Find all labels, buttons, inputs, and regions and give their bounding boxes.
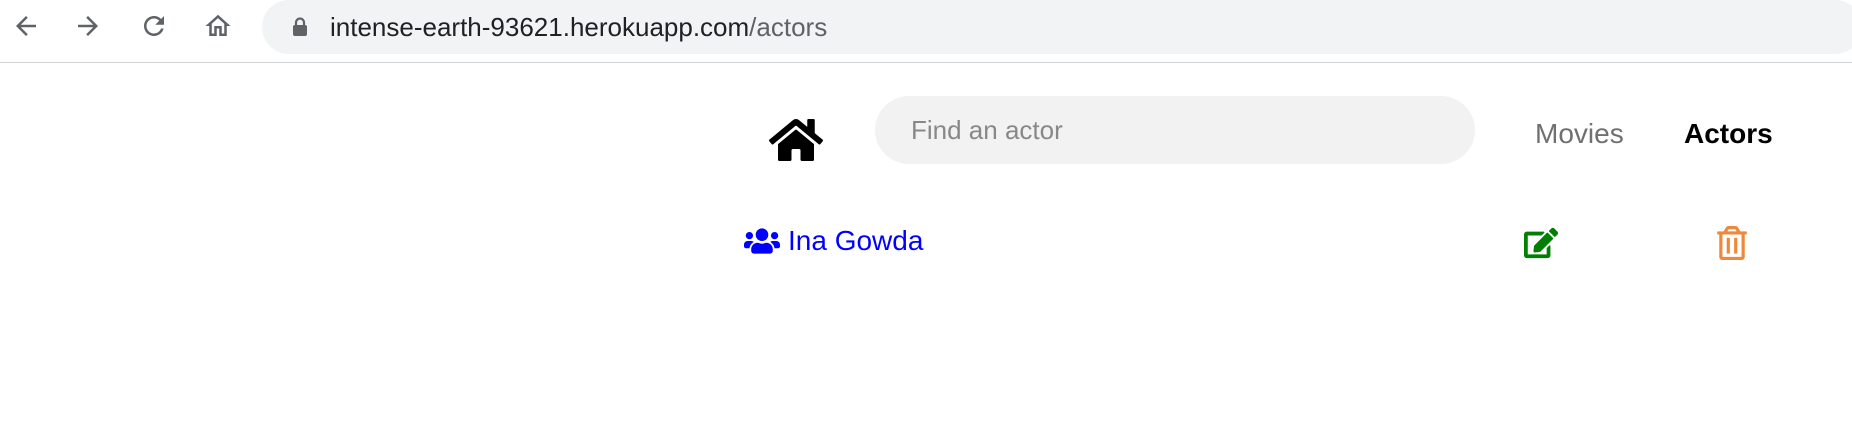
url-path: /actors [749, 12, 828, 42]
actor-link[interactable]: Ina Gowda [744, 225, 923, 257]
back-button[interactable] [4, 4, 48, 48]
home-icon [768, 119, 824, 161]
actor-name: Ina Gowda [788, 225, 924, 256]
trash-icon [1717, 226, 1747, 260]
forward-arrow-icon [78, 16, 98, 36]
reload-icon [144, 15, 164, 36]
lock-icon [293, 17, 307, 36]
url-host: intense-earth-93621.herokuapp.com [330, 12, 750, 42]
delete-actor-button[interactable] [1717, 226, 1747, 260]
url-text: intense-earth-93621.herokuapp.com/actors [330, 12, 827, 42]
nav-link-movies[interactable]: Movies [1535, 117, 1624, 151]
forward-button[interactable] [66, 4, 110, 48]
home-icon [205, 14, 231, 36]
home-link[interactable] [768, 116, 824, 164]
browser-toolbar: intense-earth-93621.herokuapp.com/actors [0, 0, 1852, 63]
edit-icon [1524, 227, 1558, 259]
search-input[interactable] [875, 96, 1475, 164]
reload-button[interactable] [132, 4, 176, 48]
address-bar[interactable]: intense-earth-93621.herokuapp.com/actors [262, 0, 1852, 54]
nav-link-actors[interactable]: Actors [1684, 117, 1773, 151]
users-icon [744, 228, 780, 254]
browser-home-button[interactable] [196, 4, 240, 48]
back-arrow-icon [16, 16, 36, 36]
edit-actor-button[interactable] [1524, 226, 1558, 260]
